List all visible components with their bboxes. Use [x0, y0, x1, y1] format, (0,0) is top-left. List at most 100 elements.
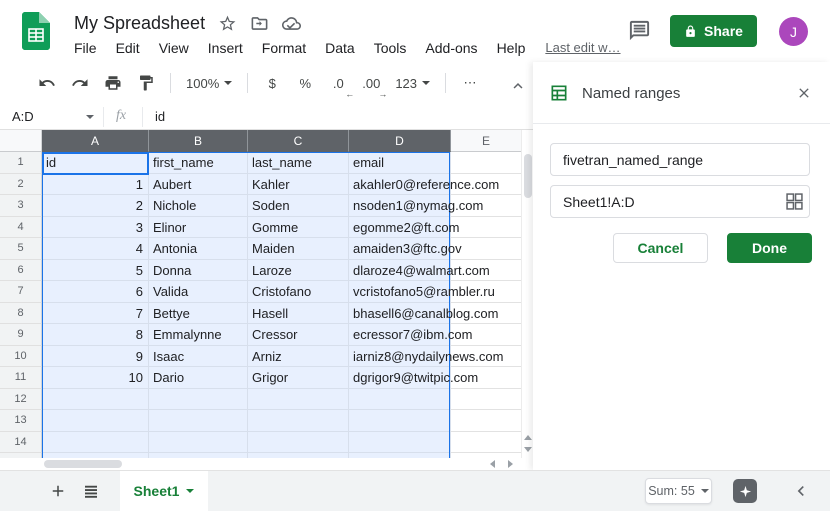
menu-help[interactable]: Help — [495, 39, 528, 57]
increase-decimal-button[interactable]: .00 → — [362, 71, 380, 95]
cell-C3[interactable]: Soden — [248, 195, 349, 217]
row-header-10[interactable]: 10 — [0, 346, 42, 368]
cell-A8[interactable]: 7 — [42, 303, 149, 325]
menu-insert[interactable]: Insert — [206, 39, 245, 57]
cell-C14[interactable] — [248, 432, 349, 454]
cell-B10[interactable]: Isaac — [149, 346, 248, 368]
cell-A3[interactable]: 2 — [42, 195, 149, 217]
select-data-range-icon[interactable] — [786, 193, 803, 210]
cell-A11[interactable]: 10 — [42, 367, 149, 389]
cell-C2[interactable]: Kahler — [248, 174, 349, 196]
row-header-9[interactable]: 9 — [0, 324, 42, 346]
column-header-A[interactable]: A — [42, 130, 149, 152]
row-header-14[interactable]: 14 — [0, 432, 42, 454]
vertical-scrollbar-thumb[interactable] — [524, 154, 532, 198]
cell-C13[interactable] — [248, 410, 349, 432]
row-header-12[interactable]: 12 — [0, 389, 42, 411]
menu-tools[interactable]: Tools — [372, 39, 409, 57]
cell-B7[interactable]: Valida — [149, 281, 248, 303]
cell-A9[interactable]: 8 — [42, 324, 149, 346]
cell-D11[interactable]: dgrigor9@twitpic.com — [349, 367, 451, 389]
column-header-B[interactable]: B — [149, 130, 248, 152]
cell-D13[interactable] — [349, 410, 451, 432]
cell-E14[interactable] — [451, 432, 522, 454]
avatar[interactable]: J — [779, 17, 808, 46]
cell-A13[interactable] — [42, 410, 149, 432]
cell-D3[interactable]: nsoden1@nymag.com — [349, 195, 451, 217]
share-button[interactable]: Share — [670, 15, 757, 47]
cell-D7[interactable]: vcristofano5@rambler.ru — [349, 281, 451, 303]
cell-C10[interactable]: Arniz — [248, 346, 349, 368]
zoom-select[interactable]: 100% — [186, 71, 232, 95]
cell-A10[interactable]: 9 — [42, 346, 149, 368]
range-reference-input[interactable] — [550, 185, 810, 218]
document-title[interactable]: My Spreadsheet — [74, 13, 205, 34]
cell-B3[interactable]: Nichole — [149, 195, 248, 217]
menu-addons[interactable]: Add-ons — [423, 39, 479, 57]
add-sheet-icon[interactable] — [48, 481, 68, 501]
all-sheets-icon[interactable] — [81, 481, 101, 501]
done-button[interactable]: Done — [727, 233, 812, 263]
cell-B11[interactable]: Dario — [149, 367, 248, 389]
cell-D9[interactable]: ecressor7@ibm.com — [349, 324, 451, 346]
cell-D4[interactable]: egomme2@ft.com — [349, 217, 451, 239]
format-currency-button[interactable]: $ — [263, 71, 281, 95]
cell-B13[interactable] — [149, 410, 248, 432]
column-header-D[interactable]: D — [349, 130, 451, 152]
cell-A7[interactable]: 6 — [42, 281, 149, 303]
name-box[interactable]: A:D — [12, 109, 34, 124]
cell-C9[interactable]: Cressor — [248, 324, 349, 346]
cell-C1[interactable]: last_name — [248, 152, 349, 174]
cell-D10[interactable]: iarniz8@nydailynews.com — [349, 346, 451, 368]
cell-D5[interactable]: amaiden3@ftc.gov — [349, 238, 451, 260]
vertical-scrollbar[interactable] — [521, 130, 533, 458]
chevron-left-icon[interactable] — [791, 481, 811, 501]
cell-B12[interactable] — [149, 389, 248, 411]
move-to-folder-icon[interactable] — [250, 14, 269, 33]
cell-A4[interactable]: 3 — [42, 217, 149, 239]
cell-A5[interactable]: 4 — [42, 238, 149, 260]
horizontal-scrollbar[interactable] — [0, 458, 533, 470]
row-header-6[interactable]: 6 — [0, 260, 42, 282]
row-header-4[interactable]: 4 — [0, 217, 42, 239]
menu-format[interactable]: Format — [260, 39, 308, 57]
sheet-tab-sheet1[interactable]: Sheet1 — [120, 471, 208, 511]
row-header-1[interactable]: 1 — [0, 152, 42, 174]
cell-B14[interactable] — [149, 432, 248, 454]
cell-A1[interactable]: id — [42, 152, 149, 174]
row-header-13[interactable]: 13 — [0, 410, 42, 432]
cell-C6[interactable]: Laroze — [248, 260, 349, 282]
decrease-decimal-button[interactable]: .0 ← — [329, 71, 347, 95]
cell-B6[interactable]: Donna — [149, 260, 248, 282]
star-icon[interactable] — [218, 14, 237, 33]
scroll-left-icon[interactable] — [490, 460, 495, 468]
cancel-button[interactable]: Cancel — [613, 233, 708, 263]
undo-icon[interactable] — [38, 71, 56, 95]
cell-D2[interactable]: akahler0@reference.com — [349, 174, 451, 196]
column-header-C[interactable]: C — [248, 130, 349, 152]
menu-data[interactable]: Data — [323, 39, 357, 57]
redo-icon[interactable] — [71, 71, 89, 95]
more-toolbar-button[interactable]: ⋯ — [461, 71, 479, 95]
scroll-up-icon[interactable] — [524, 435, 532, 440]
sum-indicator[interactable]: Sum: 55 — [645, 478, 712, 504]
format-percent-button[interactable]: % — [296, 71, 314, 95]
cell-B2[interactable]: Aubert — [149, 174, 248, 196]
cell-A12[interactable] — [42, 389, 149, 411]
cell-B8[interactable]: Bettye — [149, 303, 248, 325]
hide-menus-icon[interactable] — [509, 74, 527, 98]
cell-B1[interactable]: first_name — [149, 152, 248, 174]
scroll-down-icon[interactable] — [524, 447, 532, 452]
cell-E1[interactable] — [451, 152, 522, 174]
column-header-E[interactable]: E — [451, 130, 522, 152]
cell-A6[interactable]: 5 — [42, 260, 149, 282]
row-header-2[interactable]: 2 — [0, 174, 42, 196]
sheets-logo-icon[interactable] — [22, 12, 50, 50]
cell-D1[interactable]: email — [349, 152, 451, 174]
cell-D8[interactable]: bhasell6@canalblog.com — [349, 303, 451, 325]
cell-C8[interactable]: Hasell — [248, 303, 349, 325]
cell-C5[interactable]: Maiden — [248, 238, 349, 260]
menu-edit[interactable]: Edit — [114, 39, 142, 57]
horizontal-scrollbar-thumb[interactable] — [44, 460, 122, 468]
chevron-down-icon[interactable] — [86, 115, 94, 119]
